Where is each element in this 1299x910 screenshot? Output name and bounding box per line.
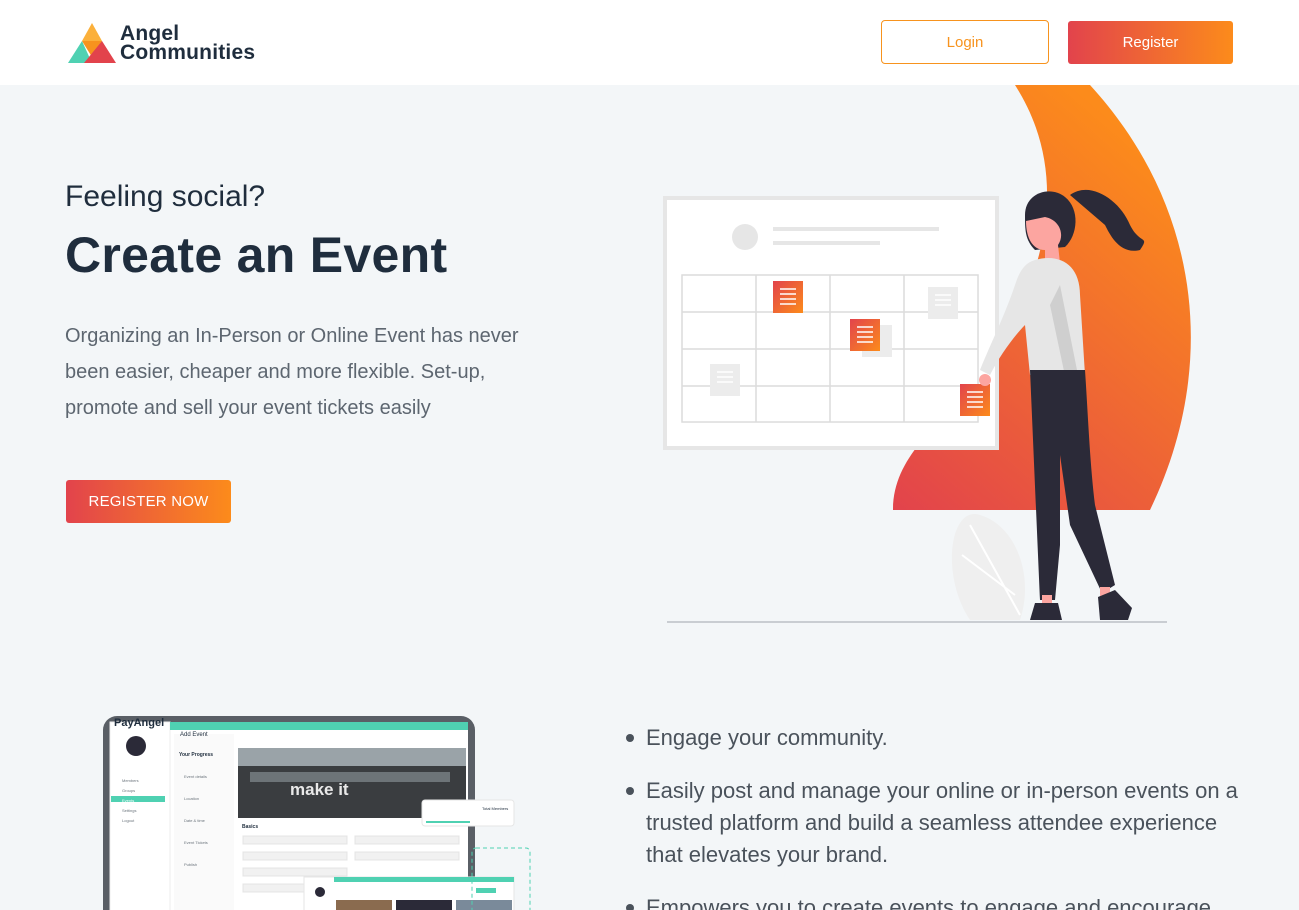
preview-step: Location	[184, 796, 200, 801]
preview-step: Event details	[184, 774, 207, 779]
site-header: Angel Communities Login Register	[0, 0, 1299, 85]
register-button[interactable]: Register	[1068, 21, 1233, 64]
laptop-mockup	[103, 716, 531, 910]
preview-step: Date & time	[184, 818, 205, 823]
sticky-note	[850, 319, 880, 351]
hero-title: Create an Event	[65, 227, 448, 283]
feature-item: Engage your community.	[625, 722, 1245, 754]
angel-logo-icon	[68, 23, 116, 63]
feature-list: Engage your community. Easily post and m…	[625, 722, 1245, 910]
login-button[interactable]: Login	[881, 20, 1049, 64]
preview-step: Event Tickets	[184, 840, 208, 845]
preview-popup-label: Total Members	[482, 806, 509, 811]
preview-menu-item: Groups	[122, 788, 136, 793]
sticky-note	[773, 281, 803, 313]
preview-step: Publish	[184, 862, 198, 867]
calendar-board	[663, 196, 999, 450]
preview-section-label: Basics	[242, 824, 259, 830]
preview-banner-text: make it	[290, 780, 349, 799]
event-calendar-illustration	[663, 85, 1191, 623]
preview-menu-item: Settings	[122, 808, 137, 813]
hero-subtitle: Feeling social?	[65, 180, 266, 213]
dashboard-preview: PayAngel Add Event Your Progress make it…	[100, 712, 540, 910]
feature-item: Easily post and manage your online or in…	[625, 775, 1245, 871]
preview-menu-item: Logout	[122, 818, 135, 823]
preview-progress-title: Your Progress	[179, 752, 214, 758]
preview-menu-item: Members	[122, 778, 139, 783]
register-now-button[interactable]: REGISTER NOW	[66, 480, 231, 523]
preview-menu: Members Groups Events Settings Logout	[122, 776, 139, 826]
brand-wordmark: Angel Communities	[120, 23, 256, 64]
feature-item: Empowers you to create events to engage …	[625, 892, 1245, 910]
brand-logo[interactable]: Angel Communities	[66, 20, 266, 66]
hero-description: Organizing an In-Person or Online Event …	[65, 325, 519, 419]
preview-menu-item: Events	[122, 798, 135, 803]
brand-line2: Communities	[120, 41, 256, 64]
preview-steps: Event details Location Date & time Event…	[184, 766, 208, 876]
preview-page-heading: Add Event	[180, 732, 208, 738]
sticky-note	[960, 384, 990, 416]
app-logo: PayAngel	[114, 717, 165, 729]
